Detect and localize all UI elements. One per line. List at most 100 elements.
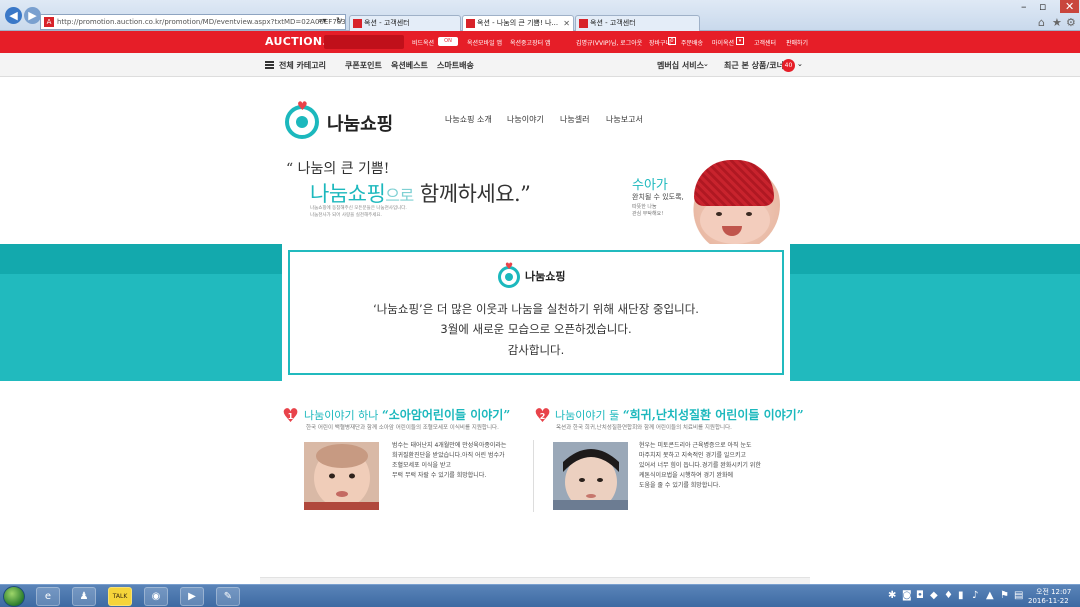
tray-app-icon[interactable]: ◆	[930, 590, 938, 601]
menu-nanum-story[interactable]: 나눔이야기	[507, 114, 544, 125]
tray-app-icon[interactable]: ◙	[902, 590, 912, 601]
home-icon[interactable]: ⌂	[1038, 16, 1045, 29]
settings-gear-icon[interactable]: ⚙	[1066, 16, 1076, 29]
logo-text: 나눔쇼핑	[327, 114, 394, 135]
order-delivery-link[interactable]: 주문배송	[681, 38, 703, 47]
windows-taskbar: e ♟ TALK ◉ ▶ ✎ ✱ ◙ ◘ ◆ ♦ ▮ ♪ ▲ ⚑ ▤	[0, 584, 1080, 607]
story-1-main-title: “소아암어린이들 이야기”	[381, 408, 511, 422]
notice-line-2: 3월에 새로운 모습으로 오픈하겠습니다.	[440, 322, 632, 336]
owl-app-icon[interactable]: ◉	[144, 587, 168, 606]
auction-favicon-icon	[579, 19, 588, 28]
baby-name: 수아가	[632, 178, 668, 193]
recent-items-link[interactable]: 최근 본 상품/코너	[724, 60, 784, 71]
search-icon[interactable]: ⌕▾	[318, 16, 327, 26]
address-bar[interactable]: A http://promotion.auction.co.kr/promoti…	[40, 14, 346, 30]
story-1-text-line: 희귀질환진단을 받았습니다.아직 어린 범수가	[392, 452, 505, 459]
menu-nanum-intro[interactable]: 나눔쇼핑 소개	[445, 114, 492, 125]
tab-label: 옥션 - 고객센터	[364, 19, 410, 27]
baby-caption-1: 완치될 수 있도록,	[632, 193, 684, 201]
tab-2[interactable]: 옥션 - 나눔의 큰 기쁨! 나... ✕	[462, 15, 574, 31]
auction-best-link[interactable]: 옥션베스트	[391, 60, 428, 71]
tab-label: 옥션 - 나눔의 큰 기쁨! 나...	[477, 19, 559, 27]
chevron-down-icon[interactable]: ⌄	[797, 60, 803, 68]
heart-icon: ♥	[505, 262, 514, 272]
story-2-text-line: 도움을 줄 수 있기를 희망합니다.	[639, 482, 721, 489]
story-2-text-line: 현우는 미토콘드리아 근육병증으로 아직 눈도	[639, 442, 752, 449]
user-figure-icon[interactable]: ♟	[72, 587, 96, 606]
smart-delivery-link[interactable]: 스마트배송	[437, 60, 474, 71]
membership-service-link[interactable]: 멤버십 서비스	[657, 60, 704, 71]
refresh-icon[interactable]: ↻	[336, 16, 343, 25]
minimize-icon[interactable]: –	[1021, 0, 1027, 13]
mobile-app-link[interactable]: 옥션모바일 앱	[467, 38, 502, 47]
clock-time[interactable]: 오전 12:07	[1036, 587, 1071, 597]
network-icon[interactable]: ▮	[958, 590, 964, 601]
hero-rest: 함께하세요.”	[413, 182, 531, 206]
internet-explorer-icon[interactable]: e	[36, 587, 60, 606]
hero-headline-2: 나눔쇼핑으로 함께하세요.”	[310, 178, 531, 208]
hero-headline-1: “ 나눔의 큰 기쁨!	[286, 161, 390, 177]
heart-icon: ♥	[297, 99, 308, 113]
baby-caption-3: 관심 부탁해요!	[632, 211, 664, 217]
used-market-app-link[interactable]: 옥션중고장터 앱	[510, 38, 551, 47]
kakaotalk-icon[interactable]: TALK	[108, 587, 132, 606]
close-tab-icon[interactable]: ✕	[563, 16, 570, 31]
story-2-title: 나눔이야기 둘 “희귀,난치성질환 어린이들 이야기”	[555, 406, 804, 423]
paint-app-icon[interactable]: ✎	[216, 587, 240, 606]
my-auction-link[interactable]: 마이옥션	[712, 38, 734, 47]
tray-app-icon[interactable]: ♦	[944, 590, 953, 601]
tray-app-icon[interactable]: ▲	[986, 590, 994, 601]
maximize-icon[interactable]: ▫	[1039, 0, 1046, 13]
all-categories-link[interactable]: 전체 카테고리	[279, 60, 326, 71]
chevron-down-icon[interactable]: ⌄	[703, 60, 709, 68]
story-1-prefix: 나눔이야기 하나	[304, 409, 379, 422]
story-1-title: 나눔이야기 하나 “소아암어린이들 이야기”	[304, 406, 510, 423]
notice-logo-text: 나눔쇼핑	[525, 270, 566, 283]
tab-3[interactable]: 옥션 - 고객센터	[575, 15, 700, 31]
auction-logo[interactable]: AUCTION.	[265, 35, 327, 48]
on-off-toggle[interactable]: ON	[438, 37, 458, 46]
tray-app-icon[interactable]: ◘	[916, 590, 924, 601]
hamburger-menu-icon[interactable]	[265, 61, 274, 69]
start-button-icon[interactable]	[3, 586, 25, 607]
hero-particle: 으로	[385, 186, 414, 205]
category-bar: 전체 카테고리 쿠폰포인트 옥션베스트 스마트배송 멤버십 서비스 ⌄ 최근 본…	[0, 53, 1080, 77]
bid-auction-link[interactable]: 비드옥션	[412, 38, 434, 47]
story-2-text-line: 케톤식이요법을 시행하여 경기 완화에	[639, 472, 734, 479]
story-2-photo	[553, 442, 628, 510]
clock-date[interactable]: 2016-11-22	[1028, 597, 1069, 605]
user-logout-link[interactable]: 김명규(VVIP)님, 로그아웃	[576, 38, 642, 47]
tab-label: 옥션 - 고객센터	[590, 19, 636, 27]
story-divider	[533, 440, 534, 512]
story-2-text: 현우는 미토콘드리아 근육병증으로 아직 눈도 마주치지 못하고 지속적인 경기…	[639, 441, 761, 491]
customer-center-link[interactable]: 고객센터	[754, 38, 776, 47]
menu-nanum-seller[interactable]: 나눔셀러	[560, 114, 589, 125]
bluetooth-icon[interactable]: ✱	[888, 590, 896, 601]
hero-subtext-1: 나눔쇼핑에 동참해주신 모든분들은 나눔천사입니다.	[310, 206, 407, 211]
speaker-icon[interactable]: ♪	[972, 590, 978, 601]
menu-nanum-report[interactable]: 나눔보고서	[606, 114, 643, 125]
media-player-icon[interactable]: ▶	[180, 587, 204, 606]
close-window-icon[interactable]: ✕	[1060, 0, 1080, 13]
url-text: http://promotion.auction.co.kr/promotion…	[57, 18, 346, 26]
sell-link[interactable]: 판매하기	[786, 38, 808, 47]
story-1-text: 범수는 태어난지 4개월만에 만성육아종이라는 희귀질환진단을 받았습니다.아직…	[392, 441, 506, 481]
tab-1[interactable]: 옥션 - 고객센터	[349, 15, 461, 31]
story-1-text-line: 범수는 태어난지 4개월만에 만성육아종이라는	[392, 442, 507, 449]
favorites-star-icon[interactable]: ★	[1052, 16, 1062, 29]
forward-arrow-icon[interactable]: ▶	[24, 7, 41, 24]
recent-count-badge: 40	[782, 59, 795, 72]
hero-highlight: 나눔쇼핑	[310, 182, 386, 206]
baby-eye	[746, 212, 752, 216]
story-1-subtitle: 한국 어린이 백혈병재단과 함께 소아암 어린이들의 조혈모세포 이식비를 지원…	[306, 425, 499, 431]
chevron-down-icon[interactable]: ▾	[736, 37, 744, 45]
story-1-text-line: 무럭 무럭 자랄 수 있기를 희망합니다.	[392, 472, 487, 479]
flag-icon[interactable]: ⚑	[1000, 590, 1009, 601]
keyboard-icon[interactable]: ▤	[1014, 590, 1023, 601]
story-1-photo	[304, 442, 379, 510]
notice-line-3: 감사합니다.	[507, 343, 565, 357]
coupon-point-link[interactable]: 쿠폰포인트	[345, 60, 382, 71]
story-number: 1	[287, 412, 294, 421]
back-arrow-icon[interactable]: ◀	[5, 7, 22, 24]
auction-search-box[interactable]	[324, 35, 404, 49]
